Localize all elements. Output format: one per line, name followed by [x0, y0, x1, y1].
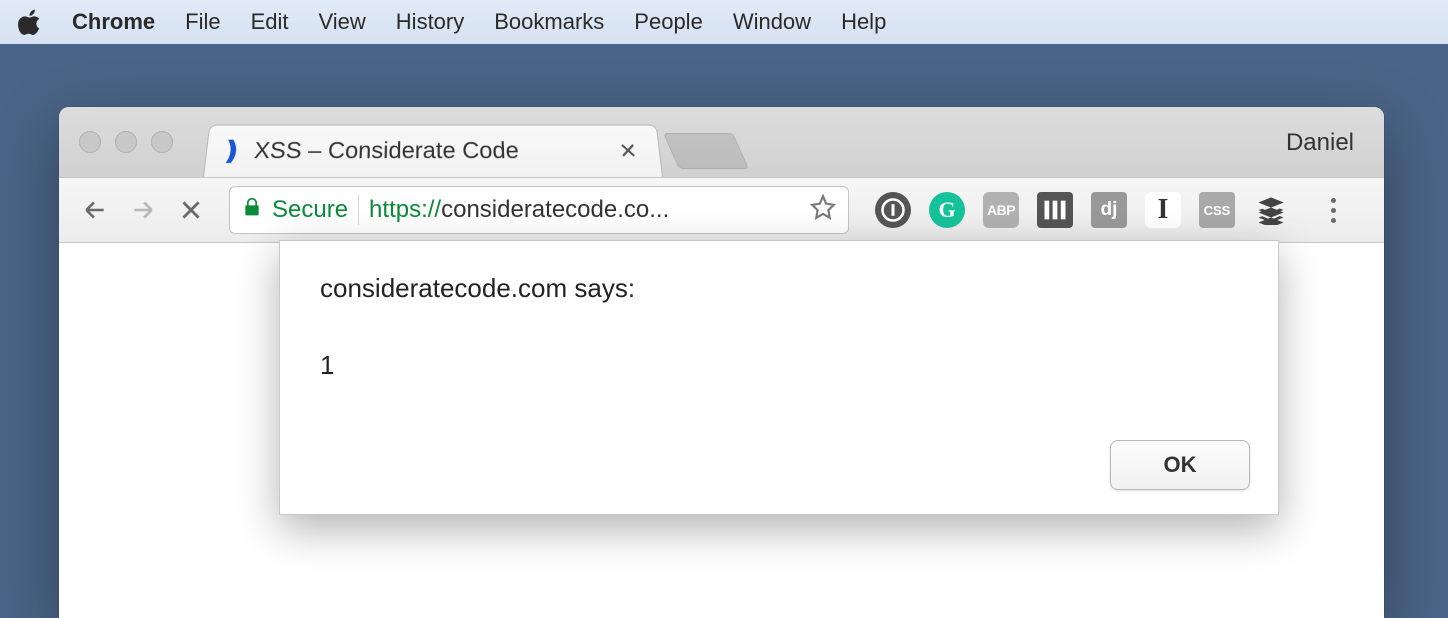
extension-library-icon[interactable]	[1037, 192, 1073, 228]
tab-close-icon[interactable]: ✕	[614, 138, 643, 163]
profile-name[interactable]: Daniel	[1286, 129, 1354, 157]
window-controls	[79, 131, 173, 153]
apple-logo-icon[interactable]	[18, 9, 42, 35]
menubar-app-name[interactable]: Chrome	[72, 9, 155, 35]
dialog-ok-button[interactable]: OK	[1110, 440, 1250, 490]
dialog-message: 1	[320, 350, 1238, 381]
menubar-item-window[interactable]: Window	[733, 9, 811, 35]
browser-tab[interactable]: ❫ XSS – Considerate Code ✕	[203, 125, 663, 177]
extensions-row: G ABP dj I CSS	[875, 192, 1351, 228]
menubar-item-people[interactable]: People	[634, 9, 703, 35]
menubar-item-history[interactable]: History	[396, 9, 464, 35]
back-button[interactable]	[73, 188, 117, 232]
address-bar[interactable]: Secure https://consideratecode.co...	[229, 186, 849, 234]
javascript-alert-dialog: consideratecode.com says: 1 OK	[279, 240, 1279, 515]
extension-css-icon[interactable]: CSS	[1199, 192, 1235, 228]
menubar-item-view[interactable]: View	[319, 9, 366, 35]
stop-button[interactable]	[169, 188, 213, 232]
browser-toolbar: Secure https://consideratecode.co... G A…	[59, 177, 1384, 243]
menubar-item-bookmarks[interactable]: Bookmarks	[494, 9, 604, 35]
extension-1password-icon[interactable]	[875, 192, 911, 228]
extension-grammarly-icon[interactable]: G	[929, 192, 965, 228]
dialog-title: consideratecode.com says:	[320, 273, 1238, 304]
close-window-button[interactable]	[79, 131, 101, 153]
minimize-window-button[interactable]	[115, 131, 137, 153]
macos-menubar: Chrome File Edit View History Bookmarks …	[0, 0, 1448, 44]
tab-title: XSS – Considerate Code	[253, 137, 604, 164]
menubar-item-file[interactable]: File	[185, 9, 220, 35]
new-tab-button[interactable]	[663, 133, 749, 169]
lock-icon	[242, 196, 262, 225]
tab-strip: ❫ XSS – Considerate Code ✕ Daniel	[59, 107, 1384, 177]
omnibox-divider	[358, 195, 359, 225]
menubar-item-help[interactable]: Help	[841, 9, 886, 35]
extension-adblockplus-icon[interactable]: ABP	[983, 192, 1019, 228]
favicon-icon: ❫	[219, 136, 244, 166]
bookmark-star-icon[interactable]	[810, 194, 836, 227]
extension-buffer-icon[interactable]	[1253, 192, 1289, 228]
menubar-item-edit[interactable]: Edit	[251, 9, 289, 35]
extension-django-icon[interactable]: dj	[1091, 192, 1127, 228]
extension-instapaper-icon[interactable]: I	[1145, 192, 1181, 228]
browser-window: ❫ XSS – Considerate Code ✕ Daniel Secure…	[59, 107, 1384, 618]
url-text: https://consideratecode.co...	[369, 196, 800, 224]
chrome-menu-button[interactable]	[1315, 198, 1351, 223]
secure-label: Secure	[272, 196, 348, 224]
forward-button[interactable]	[121, 188, 165, 232]
zoom-window-button[interactable]	[151, 131, 173, 153]
